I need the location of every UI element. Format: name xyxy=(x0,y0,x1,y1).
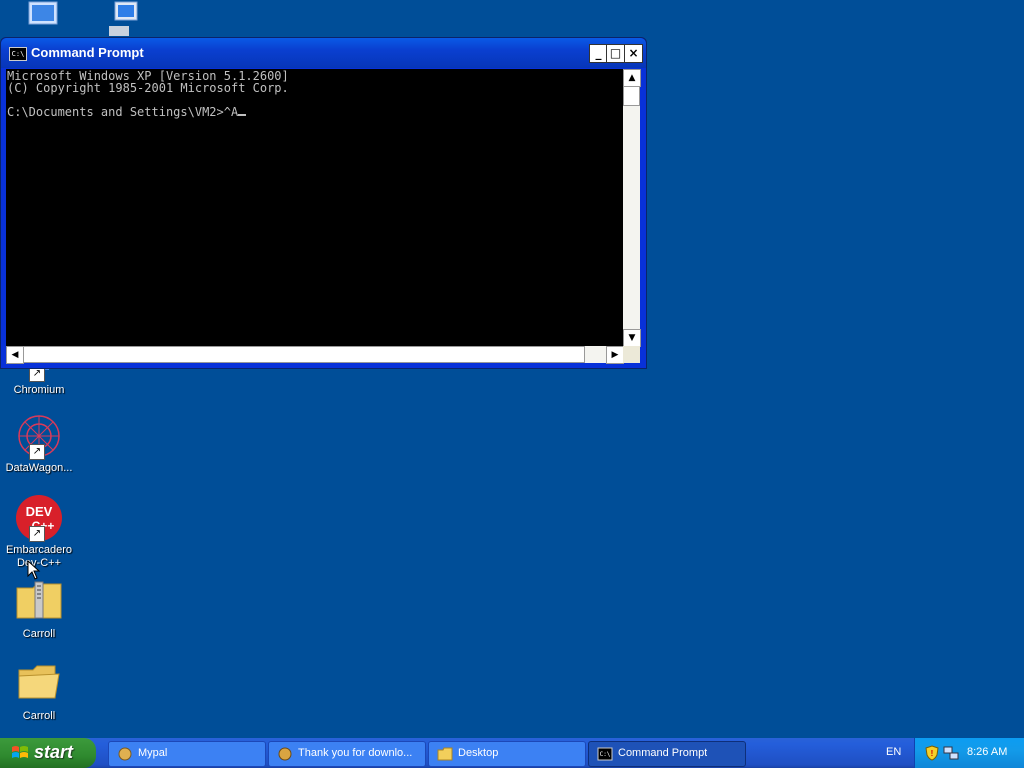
desktop-icon-devcpp[interactable]: DEV C++ ↗ Embarcadero Dev-C++ xyxy=(0,494,78,570)
vertical-scrollbar[interactable]: ▲ ▼ xyxy=(623,69,641,347)
windows-flag-icon xyxy=(11,745,29,761)
window-title: Command Prompt xyxy=(31,45,144,60)
horizontal-scroll-thumb[interactable] xyxy=(23,346,585,363)
scroll-right-icon[interactable]: ▶ xyxy=(606,346,624,364)
desktop-icon-carroll-zip[interactable]: Carroll xyxy=(0,578,78,641)
desktop-icon-label: DataWagon... xyxy=(5,462,73,474)
desktop-icon-datawagon[interactable]: ↗ DataWagon... xyxy=(0,412,78,475)
datawagon-icon: ↗ xyxy=(15,412,63,460)
network-connection-icon[interactable] xyxy=(943,745,959,765)
language-indicator[interactable]: EN xyxy=(886,746,901,758)
devcpp-icon: DEV C++ ↗ xyxy=(15,494,63,542)
desktop-icon-label: Carroll xyxy=(22,710,56,722)
svg-text:!: ! xyxy=(931,749,934,758)
scroll-down-icon[interactable]: ▼ xyxy=(623,329,641,347)
taskbar-item-label: Command Prompt xyxy=(618,747,708,759)
taskbar: start Mypal Thank you for downlo... Desk… xyxy=(0,738,1024,768)
taskbar-item-label: Desktop xyxy=(458,747,499,759)
command-prompt-window[interactable]: C:\ Command Prompt _ □ × Microsoft Windo… xyxy=(0,37,647,369)
cmd-icon: C:\ xyxy=(597,747,613,761)
folder-icon xyxy=(15,660,63,708)
system-tray: ! 8:26 AM xyxy=(914,738,1024,768)
taskbar-item-thank-you[interactable]: Thank you for downlo... xyxy=(268,741,426,767)
desktop-icon-label: Carroll xyxy=(22,628,56,640)
maximize-button[interactable]: □ xyxy=(606,44,625,63)
shortcut-arrow-icon: ↗ xyxy=(29,444,45,460)
shortcut-arrow-icon: ↗ xyxy=(29,526,45,542)
console-line: C:\Documents and Settings\VM2>^A xyxy=(7,105,239,119)
folder-icon xyxy=(437,747,453,761)
clock[interactable]: 8:26 AM xyxy=(967,746,1007,758)
taskbar-item-command-prompt[interactable]: C:\ Command Prompt xyxy=(588,741,746,767)
scroll-up-icon[interactable]: ▲ xyxy=(623,69,641,87)
scroll-left-icon[interactable]: ◀ xyxy=(6,346,24,364)
vertical-scroll-thumb[interactable] xyxy=(623,86,640,106)
scrollbar-corner xyxy=(623,346,640,363)
desktop-icon-label: Chromium xyxy=(13,384,65,396)
zip-folder-icon xyxy=(15,578,63,626)
desktop-icon-carroll-folder[interactable]: Carroll xyxy=(0,660,78,723)
console-line: (C) Copyright 1985-2001 Microsoft Corp. xyxy=(7,81,289,95)
svg-text:C:\: C:\ xyxy=(600,751,611,758)
mypal-icon xyxy=(117,747,133,761)
taskbar-item-desktop[interactable]: Desktop xyxy=(428,741,586,767)
start-button[interactable]: start xyxy=(0,738,96,768)
text-cursor xyxy=(238,114,247,116)
taskbar-item-mypal[interactable]: Mypal xyxy=(108,741,266,767)
browser-icon xyxy=(277,747,293,761)
window-titlebar[interactable]: C:\ Command Prompt _ □ × xyxy=(1,38,646,68)
console-prompt-line: C:\Documents and Settings\VM2>^A xyxy=(7,106,624,118)
svg-text:DEV: DEV xyxy=(26,504,53,519)
start-label: start xyxy=(34,742,74,762)
cmd-icon: C:\ xyxy=(9,47,27,61)
taskbar-item-label: Mypal xyxy=(138,747,168,759)
console-output[interactable]: Microsoft Windows XP [Version 5.1.2600](… xyxy=(6,69,625,348)
horizontal-scrollbar[interactable]: ◀ ▶ xyxy=(6,346,624,364)
taskbar-item-label: Thank you for downlo... xyxy=(298,747,413,759)
security-shield-icon[interactable]: ! xyxy=(925,745,939,765)
close-button[interactable]: × xyxy=(624,44,643,63)
